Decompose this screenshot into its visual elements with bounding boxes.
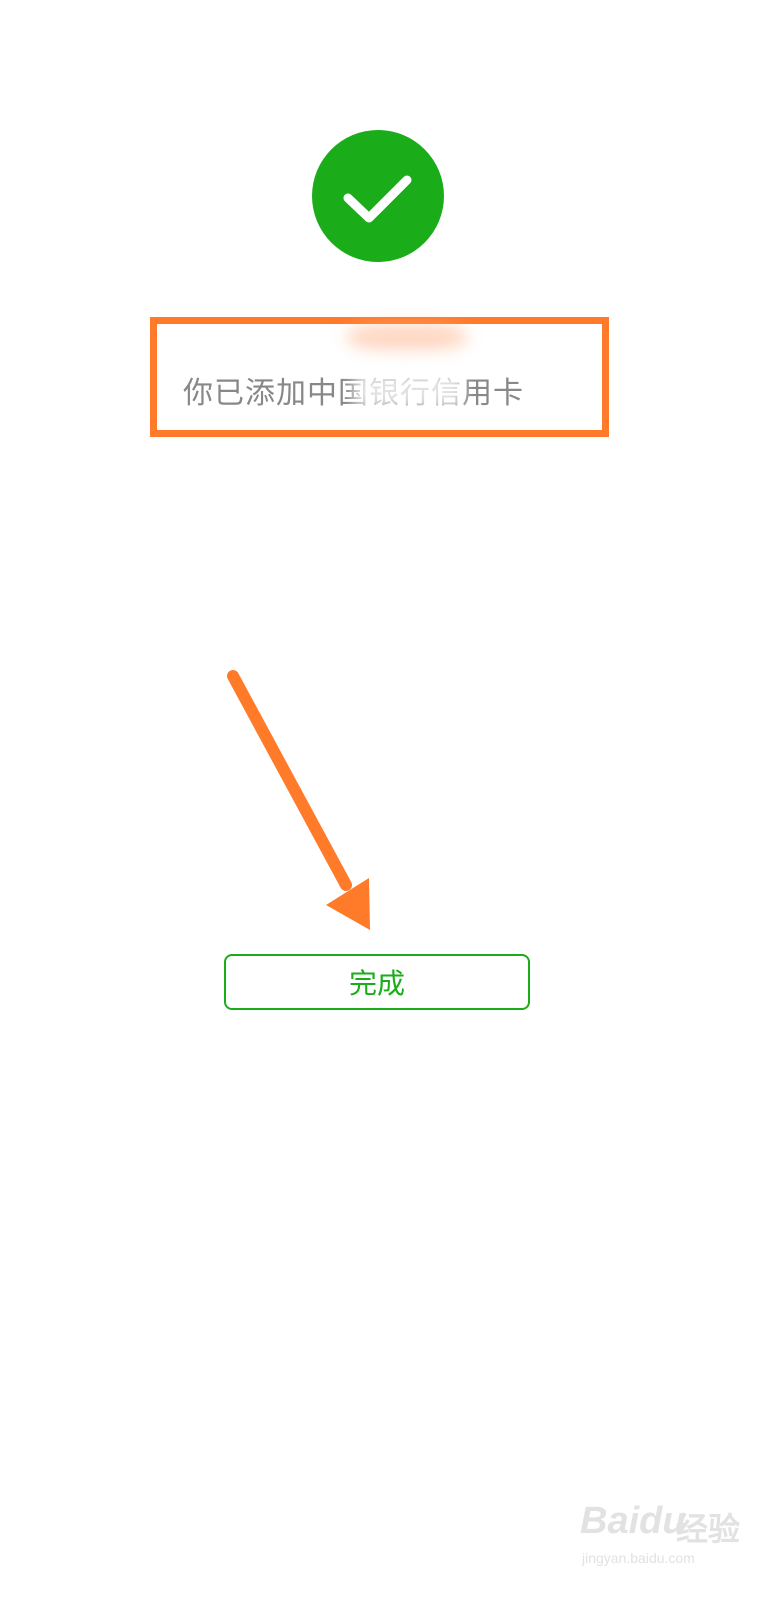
watermark-url: jingyan.baidu.com (582, 1550, 695, 1566)
highlight-annotation-box: 你已添加中国银行信用卡 (150, 317, 609, 437)
watermark-brand-cn: 经验 (676, 1511, 741, 1547)
watermark-brand: Baidu (580, 1500, 686, 1542)
done-button[interactable]: 完成 (224, 954, 530, 1010)
baidu-jingyan-watermark: Baidu 经验 jingyan.baidu.com (580, 1482, 760, 1582)
redaction-blur (353, 372, 463, 408)
redaction-blur-top (347, 324, 467, 350)
success-checkmark-icon (312, 130, 444, 262)
